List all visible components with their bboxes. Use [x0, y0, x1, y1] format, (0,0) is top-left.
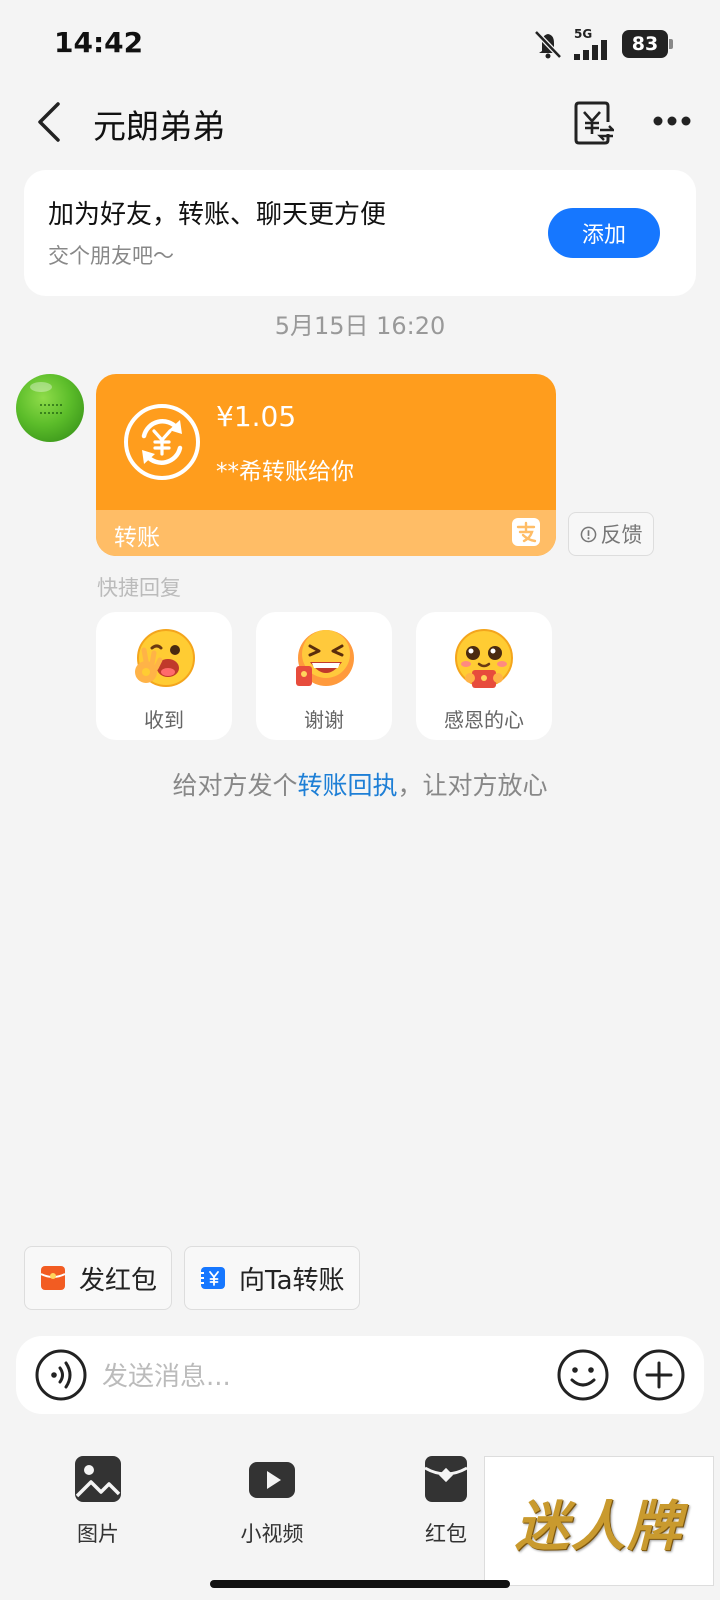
- avatar[interactable]: [16, 374, 84, 442]
- feedback-label: 反馈: [600, 523, 643, 547]
- quick-reply-label-received: 收到: [144, 708, 184, 732]
- ok-emoji-icon: [135, 629, 195, 687]
- image-icon: [75, 1456, 121, 1502]
- more-icon[interactable]: [652, 108, 692, 134]
- transfer-receipt-hint: 给对方发个转账回执，让对方放心: [0, 766, 720, 802]
- tool-image[interactable]: 图片: [38, 1454, 158, 1548]
- feedback-button[interactable]: 反馈: [568, 512, 654, 556]
- video-icon: [249, 1462, 295, 1498]
- grinning-emoji-icon: [296, 630, 354, 686]
- add-friend-subtitle: 交个朋友吧～: [48, 244, 174, 268]
- transfer-footer-label: 转账: [114, 525, 160, 551]
- battery-icon: 83: [622, 30, 673, 58]
- quick-reply-label-thanks: 谢谢: [304, 708, 344, 732]
- transfer-to-ta-button[interactable]: 向Ta转账: [184, 1246, 360, 1310]
- plus-icon[interactable]: [632, 1348, 686, 1402]
- watermark-text: 迷人牌: [515, 1493, 683, 1558]
- alipay-icon: [512, 518, 540, 546]
- transfer-to-ta-label: 向Ta转账: [239, 1265, 345, 1296]
- message-timestamp: 5月15日 16:20: [274, 312, 446, 340]
- add-friend-title: 加为好友，转账、聊天更方便: [48, 200, 387, 230]
- receipt-hint-prefix: 给对方发个: [172, 771, 298, 800]
- voice-icon[interactable]: [34, 1348, 88, 1402]
- transfer-card-footer: 转账: [96, 510, 556, 556]
- add-friend-card: 加为好友，转账、聊天更方便 交个朋友吧～ 添加: [24, 170, 696, 296]
- info-icon: [580, 526, 596, 542]
- tool-video-label: 小视频: [240, 1522, 304, 1546]
- send-red-packet-button[interactable]: 发红包: [24, 1246, 173, 1310]
- grateful-emoji-icon: [455, 629, 513, 688]
- status-time: 14:42: [54, 26, 144, 59]
- receipt-hint-suffix: ，让对方放心: [397, 771, 548, 800]
- quick-reply-label-grateful: 感恩的心: [444, 708, 524, 732]
- message-input[interactable]: 发送消息...: [102, 1356, 231, 1393]
- tool-image-label: 图片: [77, 1522, 119, 1546]
- transfer-card[interactable]: ¥1.05 **希转账给你 转账: [96, 374, 556, 556]
- network-label: 5G: [574, 27, 593, 41]
- red-packet-icon: [40, 1266, 66, 1290]
- message-input-bar: 发送消息...: [16, 1336, 704, 1414]
- watermark-logo: 迷人牌: [484, 1456, 714, 1586]
- transfer-amount: ¥1.05: [216, 400, 297, 433]
- status-icons: 5G 83: [532, 28, 673, 60]
- transfer-record-icon[interactable]: [570, 100, 614, 146]
- avatar-mark: [40, 404, 62, 414]
- signal-icon: [574, 40, 607, 60]
- signal-indicator: 5G: [574, 28, 612, 60]
- add-friend-button[interactable]: 添加: [548, 208, 660, 258]
- transfer-payer: **希转账给你: [216, 459, 354, 485]
- mute-icon: [534, 30, 562, 59]
- back-icon[interactable]: [30, 100, 70, 144]
- transfer-icon: [201, 1267, 225, 1289]
- emoji-icon[interactable]: [556, 1348, 610, 1402]
- quick-reply-label: 快捷回复: [97, 576, 181, 600]
- tool-video[interactable]: 小视频: [212, 1454, 332, 1548]
- quick-reply-thanks[interactable]: 谢谢: [256, 612, 392, 740]
- transfer-receipt-link[interactable]: 转账回执: [297, 771, 397, 800]
- send-red-packet-label: 发红包: [79, 1265, 158, 1296]
- red-packet-tool-icon: [424, 1456, 468, 1502]
- quick-reply-received[interactable]: 收到: [96, 612, 232, 740]
- transfer-yuan-icon: [124, 404, 200, 480]
- avatar-shine: [30, 382, 52, 392]
- battery-level: 83: [631, 33, 659, 55]
- quick-reply-grateful[interactable]: 感恩的心: [416, 612, 552, 740]
- page-title: 元朗弟弟: [93, 107, 225, 146]
- home-indicator[interactable]: [210, 1580, 510, 1588]
